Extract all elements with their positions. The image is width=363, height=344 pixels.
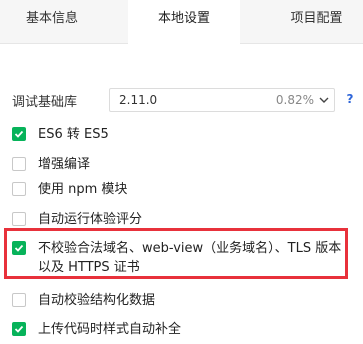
option-label: ES6 转 ES5 — [38, 127, 109, 142]
annotation-highlight-box — [4, 228, 348, 279]
es6-checkbox[interactable] — [12, 127, 26, 141]
option-label: 增强编译 — [38, 157, 91, 172]
option-label: 使用 npm 模块 — [38, 182, 128, 197]
help-icon[interactable]: ? — [342, 91, 358, 107]
style-autocomplete-checkbox[interactable] — [12, 322, 26, 336]
option-enhanced-compile[interactable]: 增强编译 — [12, 157, 352, 175]
chevron-down-icon — [317, 91, 331, 109]
base-library-version: 2.11.0 — [119, 93, 158, 107]
option-es6-to-es5[interactable]: ES6 转 ES5 — [12, 127, 352, 145]
tab-project-config[interactable]: 项目配置 — [270, 0, 363, 43]
base-library-label: 调试基础库 — [12, 95, 78, 110]
base-library-select[interactable]: 2.11.0 0.82% — [109, 88, 335, 112]
base-library-percent: 0.82% — [275, 93, 314, 107]
option-label: 上传代码时样式自动补全 — [38, 322, 182, 337]
option-npm-modules[interactable]: 使用 npm 模块 — [12, 182, 352, 200]
option-label: 自动校验结构化数据 — [38, 293, 156, 308]
structured-data-checkbox[interactable] — [12, 293, 26, 307]
experience-score-checkbox[interactable] — [12, 212, 26, 226]
base-library-row: 调试基础库 2.11.0 0.82% ? — [12, 88, 355, 112]
npm-checkbox[interactable] — [12, 182, 26, 196]
tab-local-settings[interactable]: 本地设置 — [128, 0, 240, 44]
option-style-autocomplete[interactable]: 上传代码时样式自动补全 — [12, 322, 352, 340]
option-auto-validate-structured-data[interactable]: 自动校验结构化数据 — [12, 293, 352, 311]
option-label: 自动运行体验评分 — [38, 212, 143, 227]
enhanced-compile-checkbox[interactable] — [12, 157, 26, 171]
settings-tab-bar: 基本信息 本地设置 项目配置 — [0, 0, 363, 44]
tab-basic-info[interactable]: 基本信息 — [0, 0, 104, 43]
